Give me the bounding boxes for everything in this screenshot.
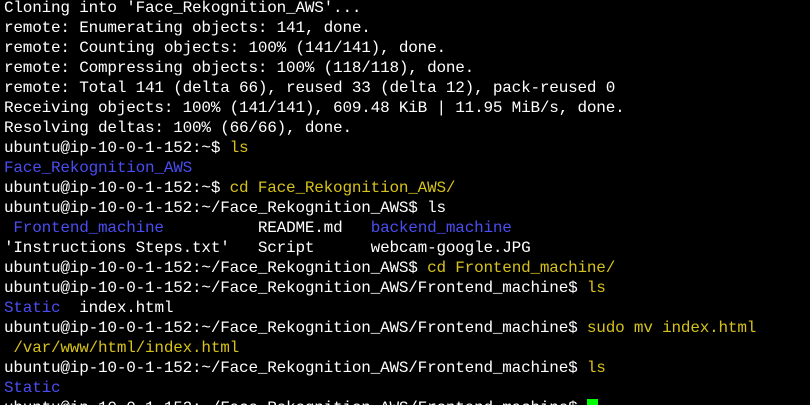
terminal-output: Cloning into 'Face_Rekognition_AWS'...re… — [4, 0, 756, 405]
directory-name: Static — [4, 299, 61, 317]
terminal-text: Cloning into 'Face_Rekognition_AWS'... — [4, 0, 362, 17]
terminal-line: Resolving deltas: 100% (66/66), done. — [4, 118, 756, 138]
command-text: cd Frontend_machine/ — [427, 259, 616, 277]
terminal-text: remote: Total 141 (delta 66), reused 33 … — [4, 79, 616, 97]
directory-name: Frontend_machine — [13, 219, 164, 237]
terminal-line: Cloning into 'Face_Rekognition_AWS'... — [4, 0, 756, 18]
command-text: cd Face_Rekognition_AWS/ — [229, 179, 456, 197]
terminal-line: Static index.html — [4, 298, 756, 318]
terminal-window[interactable]: Cloning into 'Face_Rekognition_AWS'...re… — [0, 0, 810, 405]
terminal-line: ubuntu@ip-10-0-1-152:~/Face_Rekognition_… — [4, 198, 756, 218]
terminal-text: 'Instructions Steps.txt' Script webcam-g… — [4, 239, 531, 257]
terminal-line: remote: Total 141 (delta 66), reused 33 … — [4, 78, 756, 98]
terminal-line: ubuntu@ip-10-0-1-152:~/Face_Rekognition_… — [4, 258, 756, 278]
terminal-text: ubuntu@ip-10-0-1-152:~$ — [4, 179, 230, 197]
terminal-line: /var/www/html/index.html — [4, 338, 756, 358]
directory-name: Static — [4, 379, 61, 397]
terminal-cursor — [586, 399, 598, 405]
terminal-text: index.html — [60, 299, 174, 317]
terminal-text: Resolving deltas: 100% (66/66), done. — [4, 119, 352, 137]
directory-name: backend_machine — [370, 219, 512, 237]
terminal-line: remote: Compressing objects: 100% (118/1… — [4, 58, 756, 78]
command-text: ls — [229, 139, 249, 157]
terminal-text: ubuntu@ip-10-0-1-152:~/Face_Rekognition_… — [4, 259, 428, 277]
terminal-line: Face_Rekognition_AWS — [4, 158, 756, 178]
terminal-text: remote: Counting objects: 100% (141/141)… — [4, 39, 446, 57]
command-text: sudo mv index.html — [586, 319, 757, 337]
terminal-line: ubuntu@ip-10-0-1-152:~/Face_Rekognition_… — [4, 398, 756, 405]
terminal-text: Receiving objects: 100% (141/141), 609.4… — [4, 99, 625, 117]
command-text: ls — [586, 279, 606, 297]
terminal-line: Receiving objects: 100% (141/141), 609.4… — [4, 98, 756, 118]
terminal-text: ubuntu@ip-10-0-1-152:~/Face_Rekognition_… — [4, 359, 587, 377]
terminal-text: ubuntu@ip-10-0-1-152:~$ — [4, 139, 230, 157]
terminal-line: ubuntu@ip-10-0-1-152:~/Face_Rekognition_… — [4, 358, 756, 378]
terminal-text: ubuntu@ip-10-0-1-152:~/Face_Rekognition_… — [4, 279, 587, 297]
command-text: /var/www/html/index.html — [4, 339, 240, 357]
terminal-line: Frontend_machine README.md backend_machi… — [4, 218, 756, 238]
terminal-text: ls — [427, 199, 446, 217]
command-text: ls — [586, 359, 606, 377]
terminal-line: Static — [4, 378, 756, 398]
terminal-text: ubuntu@ip-10-0-1-152:~/Face_Rekognition_… — [4, 199, 428, 217]
terminal-text: ubuntu@ip-10-0-1-152:~/Face_Rekognition_… — [4, 399, 587, 405]
terminal-text: remote: Compressing objects: 100% (118/1… — [4, 59, 475, 77]
terminal-line: remote: Counting objects: 100% (141/141)… — [4, 38, 756, 58]
directory-name: Face_Rekognition_AWS — [4, 159, 193, 177]
terminal-line: ubuntu@ip-10-0-1-152:~$ ls — [4, 138, 756, 158]
terminal-text: remote: Enumerating objects: 141, done. — [4, 19, 371, 37]
terminal-line: remote: Enumerating objects: 141, done. — [4, 18, 756, 38]
terminal-line: ubuntu@ip-10-0-1-152:~/Face_Rekognition_… — [4, 318, 756, 338]
terminal-line: 'Instructions Steps.txt' Script webcam-g… — [4, 238, 756, 258]
terminal-line: ubuntu@ip-10-0-1-152:~$ cd Face_Rekognit… — [4, 178, 756, 198]
terminal-text: README.md — [163, 219, 371, 237]
terminal-text: ubuntu@ip-10-0-1-152:~/Face_Rekognition_… — [4, 319, 587, 337]
terminal-line: ubuntu@ip-10-0-1-152:~/Face_Rekognition_… — [4, 278, 756, 298]
